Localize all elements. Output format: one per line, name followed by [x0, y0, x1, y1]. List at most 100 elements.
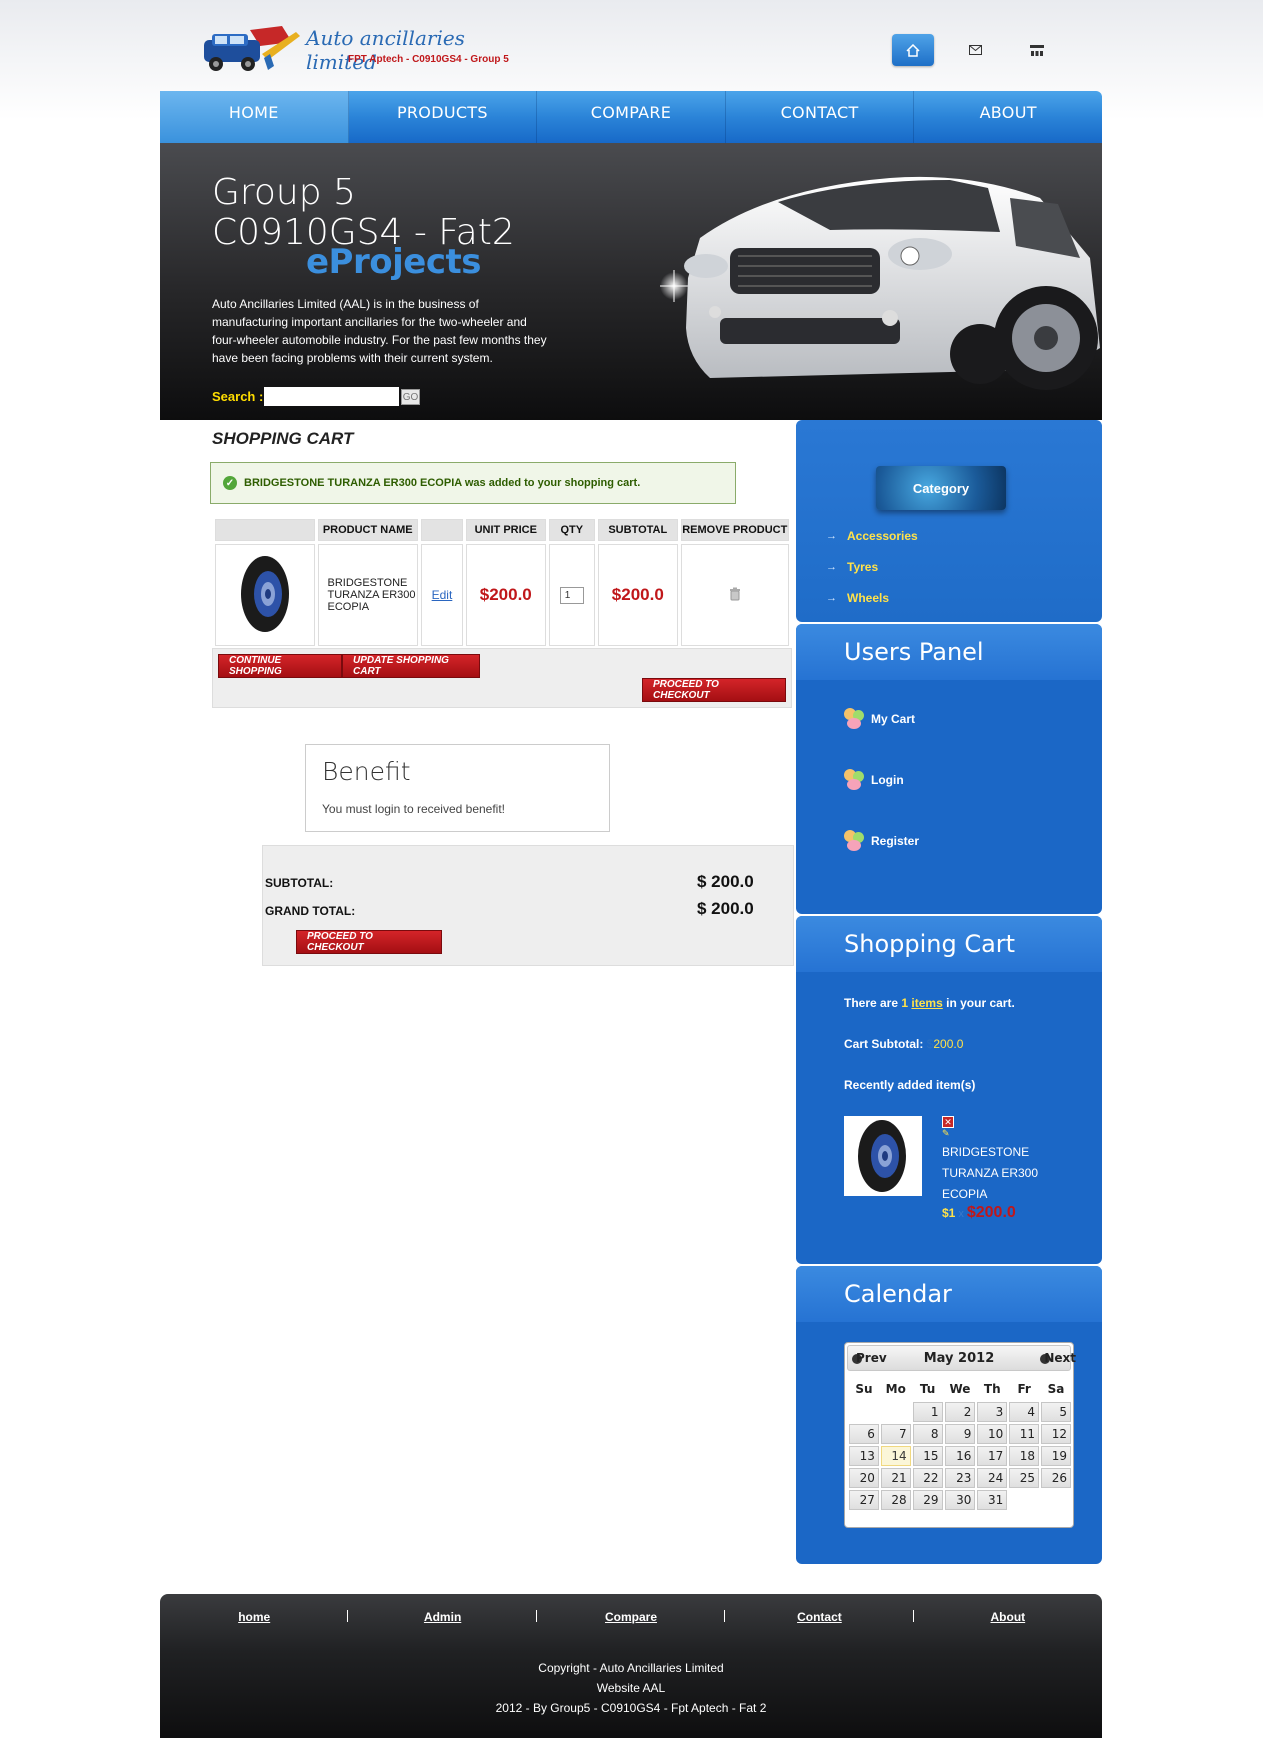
- nav-home[interactable]: HOME: [160, 91, 349, 143]
- calendar-day[interactable]: 20: [849, 1468, 879, 1488]
- calendar-today[interactable]: 14: [880, 1446, 911, 1466]
- category-button[interactable]: Category: [876, 466, 1006, 510]
- benefit-text: You must login to received benefit!: [322, 802, 506, 816]
- calendar-day[interactable]: 5: [1041, 1402, 1071, 1422]
- footer-link-compare[interactable]: Compare: [537, 1606, 726, 1628]
- footer-link-admin[interactable]: Admin: [348, 1606, 537, 1628]
- register-link[interactable]: Register: [844, 830, 919, 852]
- tire-image: [858, 1120, 906, 1192]
- update-cart-button[interactable]: UPDATE SHOPPING CART: [342, 654, 480, 678]
- success-message: ✓ BRIDGESTONE TURANZA ER300 ECOPIA was a…: [210, 462, 736, 504]
- weekday-label: Fr: [1017, 1382, 1031, 1396]
- calendar-day[interactable]: 8: [912, 1424, 943, 1444]
- calendar-day[interactable]: 13: [849, 1446, 879, 1466]
- nav-compare[interactable]: COMPARE: [537, 91, 726, 143]
- product-name[interactable]: BRIDGESTONE TURANZA ER300 ECOPIA: [317, 544, 418, 646]
- calendar-day[interactable]: 16: [944, 1446, 976, 1466]
- arrow-right-icon: →: [826, 591, 837, 604]
- main-nav: HOME PRODUCTS COMPARE CONTACT ABOUT: [160, 91, 1102, 143]
- calendar-day[interactable]: 7: [880, 1424, 911, 1444]
- proceed-checkout-button-bottom[interactable]: PROCEED TO CHECKOUT: [296, 930, 442, 954]
- calendar-day[interactable]: 10: [977, 1424, 1008, 1444]
- calendar-day[interactable]: 30: [944, 1490, 976, 1510]
- footer-link-contact[interactable]: Contact: [725, 1606, 914, 1628]
- calendar-day[interactable]: 26: [1041, 1468, 1071, 1488]
- users-panel-title: Users Panel: [796, 624, 1102, 680]
- sitemap-icon[interactable]: [1016, 34, 1058, 66]
- site-logo[interactable]: Auto ancillaries limited FPT Aptech - C0…: [200, 20, 530, 78]
- category-item-tyres[interactable]: → Tyres: [826, 551, 918, 582]
- cart-count-text: There are 1 items in your cart.: [844, 996, 1015, 1010]
- category-label: Accessories: [847, 528, 918, 543]
- category-item-accessories[interactable]: → Accessories: [826, 520, 918, 551]
- pencil-icon[interactable]: ✎: [942, 1129, 954, 1138]
- calendar-day[interactable]: 3: [977, 1402, 1008, 1422]
- recent-item-qty: $1: [942, 1206, 956, 1220]
- calendar-day[interactable]: 2: [944, 1402, 976, 1422]
- remove-icon[interactable]: ✕: [942, 1116, 954, 1128]
- tire-image[interactable]: [237, 553, 293, 635]
- benefit-title: Benefit: [322, 757, 411, 786]
- sidebar: Category → Accessories → Tyres → Wheels Use…: [796, 420, 1102, 1564]
- home-icon[interactable]: [892, 34, 934, 66]
- nav-products[interactable]: PRODUCTS: [349, 91, 538, 143]
- search-label: Search :: [212, 389, 264, 404]
- category-label: Wheels: [847, 590, 890, 605]
- calendar: Prev May 2012 Next Su Mo Tu We Th Fr Sa 123456…: [844, 1342, 1076, 1528]
- prev-label: Prev: [856, 1351, 887, 1365]
- calendar-week: 20 21 22 23 24 25 26: [849, 1468, 1071, 1488]
- calendar-day[interactable]: 1: [912, 1402, 943, 1422]
- calendar-day[interactable]: 25: [1009, 1468, 1040, 1488]
- category-item-wheels[interactable]: → Wheels: [826, 582, 918, 613]
- calendar-day[interactable]: 31: [977, 1490, 1008, 1510]
- calendar-day[interactable]: 23: [944, 1468, 976, 1488]
- footer-link-about[interactable]: About: [914, 1606, 1102, 1628]
- calendar-day[interactable]: 28: [880, 1490, 911, 1510]
- recent-item-name[interactable]: BRIDGESTONE TURANZA ER300 ECOPIA: [942, 1142, 1052, 1205]
- calendar-day[interactable]: 6: [849, 1424, 879, 1444]
- my-cart-link[interactable]: My Cart: [844, 708, 915, 730]
- footer-link-home[interactable]: home: [160, 1606, 349, 1628]
- calendar-day[interactable]: 11: [1009, 1424, 1040, 1444]
- edit-link[interactable]: Edit: [432, 588, 453, 602]
- calendar-day[interactable]: 4: [1009, 1402, 1040, 1422]
- calendar-day[interactable]: 15: [912, 1446, 943, 1466]
- calendar-empty-cell: [849, 1402, 879, 1422]
- calendar-day[interactable]: 22: [912, 1468, 943, 1488]
- calendar-next[interactable]: Next: [1040, 1351, 1076, 1365]
- search-input[interactable]: [264, 387, 399, 406]
- cart-items-link[interactable]: items: [911, 996, 942, 1010]
- users-icon: [844, 830, 866, 852]
- calendar-day[interactable]: 19: [1041, 1446, 1071, 1466]
- weekday-label: Sa: [1047, 1382, 1065, 1396]
- recent-item-image[interactable]: [844, 1116, 922, 1196]
- nav-about[interactable]: ABOUT: [914, 91, 1102, 143]
- calendar-day[interactable]: 21: [880, 1468, 911, 1488]
- calendar-day[interactable]: 24: [977, 1468, 1008, 1488]
- trash-icon[interactable]: [728, 587, 742, 601]
- search-go-button[interactable]: GO: [401, 389, 420, 405]
- calendar-day[interactable]: 9: [944, 1424, 976, 1444]
- nav-contact[interactable]: CONTACT: [726, 91, 915, 143]
- calendar-week: 13 14 15 16 17 18 19: [849, 1446, 1071, 1466]
- calendar-day[interactable]: 27: [849, 1490, 879, 1510]
- calendar-day[interactable]: 29: [912, 1490, 943, 1510]
- continue-shopping-button[interactable]: CONTINUE SHOPPING: [218, 654, 342, 678]
- product-image-cell: [215, 544, 315, 646]
- mail-icon[interactable]: [954, 34, 996, 66]
- login-link[interactable]: Login: [844, 769, 904, 791]
- category-block: Category → Accessories → Tyres → Wheels: [796, 420, 1102, 622]
- hero-banner: Group 5 C0910GS4 - Fat2 eProjects Auto A…: [160, 143, 1102, 420]
- proceed-checkout-button[interactable]: PROCEED TO CHECKOUT: [642, 678, 786, 702]
- calendar-header: Prev May 2012 Next: [847, 1345, 1076, 1371]
- calendar-day[interactable]: 18: [1009, 1446, 1040, 1466]
- website-text: Website AAL: [596, 1681, 666, 1695]
- weekday-label: Tu: [919, 1382, 936, 1396]
- col-subtotal: SUBTOTAL: [597, 519, 678, 541]
- footer-nav: home Admin Compare Contact About: [160, 1606, 1102, 1628]
- calendar-prev[interactable]: Prev: [852, 1351, 887, 1365]
- in-your-cart-text: in your cart.: [946, 996, 1015, 1010]
- qty-input[interactable]: 1: [559, 586, 584, 604]
- calendar-day[interactable]: 12: [1041, 1424, 1071, 1444]
- calendar-day[interactable]: 17: [977, 1446, 1008, 1466]
